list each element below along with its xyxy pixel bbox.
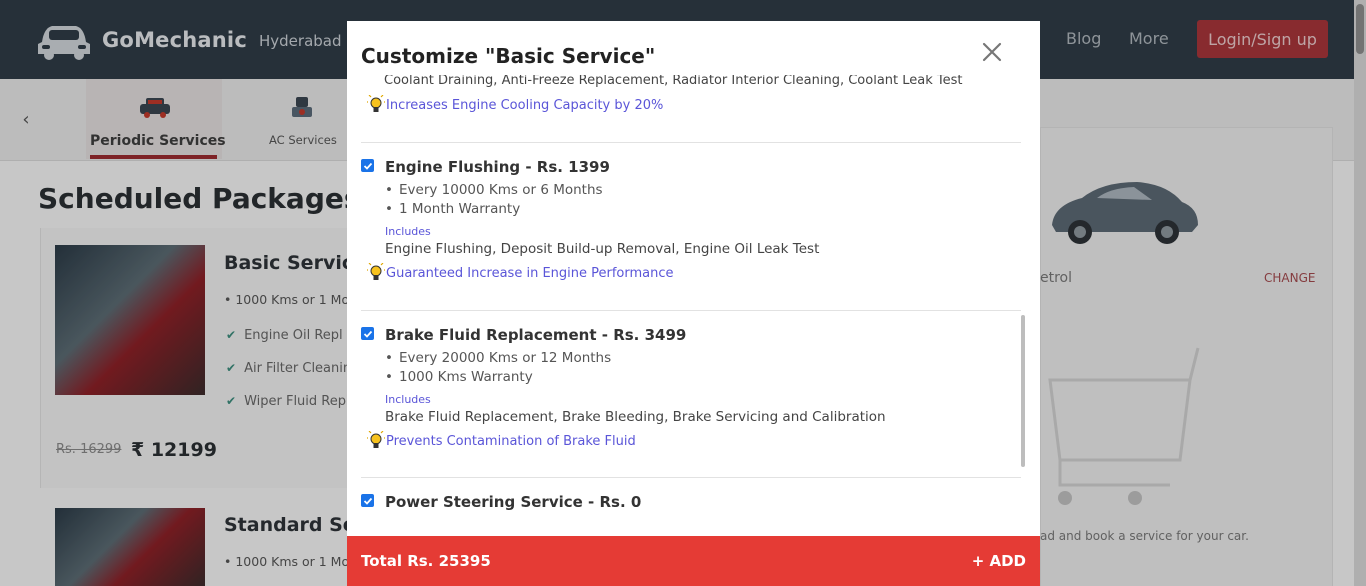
- check-icon: [363, 330, 372, 338]
- service-detail: 1000 Kms Warranty: [385, 369, 533, 385]
- tip-text: Increases Engine Cooling Capacity by 20%: [386, 97, 664, 113]
- total-price: Total Rs. 25395: [361, 552, 491, 570]
- customize-modal: Customize "Basic Service" Coolant Draini…: [347, 21, 1040, 586]
- service-name: Brake Fluid Replacement - Rs. 3499: [385, 326, 687, 344]
- divider: [361, 142, 1021, 143]
- close-icon[interactable]: [981, 41, 1003, 63]
- service-name: Power Steering Service - Rs. 0: [385, 493, 642, 511]
- divider: [361, 310, 1021, 311]
- includes-label: Includes: [385, 225, 431, 238]
- modal-footer: Total Rs. 25395 + ADD: [347, 536, 1040, 586]
- tip: Prevents Contamination of Brake Fluid: [367, 431, 636, 451]
- modal-title: Customize "Basic Service": [361, 44, 656, 68]
- check-icon: [363, 162, 372, 170]
- check-icon: [363, 497, 372, 505]
- includes-text: Coolant Draining, Anti-Freeze Replacemen…: [384, 75, 963, 88]
- modal-scrollbar-thumb[interactable]: [1021, 315, 1025, 467]
- brake-fluid-checkbox[interactable]: [361, 327, 374, 340]
- includes-text: Brake Fluid Replacement, Brake Bleeding,…: [385, 409, 886, 425]
- add-button[interactable]: + ADD: [972, 552, 1026, 570]
- service-name: Engine Flushing - Rs. 1399: [385, 158, 610, 176]
- lightbulb-icon: [367, 95, 385, 112]
- tip-text: Prevents Contamination of Brake Fluid: [386, 433, 636, 449]
- service-detail: 1 Month Warranty: [385, 201, 520, 217]
- tip-text: Guaranteed Increase in Engine Performanc…: [386, 265, 674, 281]
- lightbulb-icon: [367, 431, 385, 448]
- service-detail: Every 10000 Kms or 6 Months: [385, 182, 603, 198]
- service-detail: Every 20000 Kms or 12 Months: [385, 350, 611, 366]
- modal-body[interactable]: Coolant Draining, Anti-Freeze Replacemen…: [347, 75, 1040, 536]
- divider: [361, 477, 1021, 478]
- tip: Guaranteed Increase in Engine Performanc…: [367, 263, 674, 283]
- engine-flushing-checkbox[interactable]: [361, 159, 374, 172]
- includes-text: Engine Flushing, Deposit Build-up Remova…: [385, 241, 820, 257]
- tip: Increases Engine Cooling Capacity by 20%: [367, 95, 663, 115]
- lightbulb-icon: [367, 263, 385, 280]
- power-steering-checkbox[interactable]: [361, 494, 374, 507]
- includes-label: Includes: [385, 393, 431, 406]
